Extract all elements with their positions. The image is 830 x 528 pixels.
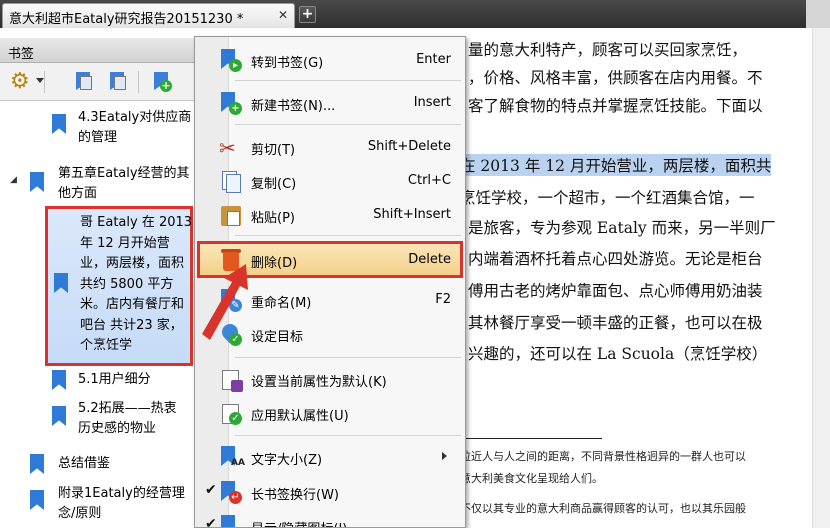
- document-tab-title: 意大利超市Eataly研究报告20151230 *: [9, 12, 244, 27]
- bookmark-item-label: 吧台 共计23 家，: [80, 317, 183, 333]
- bookmark-item-label: 历史感的物业: [78, 421, 157, 436]
- document-text-line: 傅用古老的烤炉靠面包、点心师傅用奶油装: [468, 282, 763, 300]
- document-text-line: ，价格、风格丰富，供顾客在店内用餐。不: [468, 69, 763, 87]
- menu-item-apply-default-properties[interactable]: ✓ 应用默认属性(U): [197, 398, 463, 428]
- footnote-line: 意大利美食文化呈现给人们。: [460, 472, 603, 485]
- menu-item-cut[interactable]: ✂ 剪切(T) Shift+Delete: [197, 132, 463, 162]
- bookmark-new-icon: +: [219, 92, 243, 116]
- bookmark-item-label: 哥 Eataly 在 2013: [80, 215, 193, 230]
- copy-icon: [219, 170, 243, 194]
- bookmark-go-icon: ▸: [219, 49, 243, 73]
- document-text-line: 是旅客，专为参观 Eataly 而来，另一半则厂: [468, 219, 776, 237]
- expand-triangle-icon[interactable]: ◢: [10, 175, 17, 185]
- gear-icon[interactable]: ⚙: [10, 71, 32, 93]
- paste-icon: [219, 204, 243, 228]
- close-tab-icon[interactable]: ✕: [278, 8, 288, 22]
- menu-divider: [235, 357, 461, 358]
- menu-item-text-size[interactable]: AA 文字大小(Z): [197, 442, 463, 472]
- bookmark-panel-title: 书签: [8, 47, 35, 62]
- document-text-line: 其林餐厅享受一顿丰盛的正餐，也可以在极: [468, 314, 763, 332]
- bookmark-icon: [54, 273, 68, 293]
- menu-divider: [235, 124, 461, 125]
- bookmark-icon: [30, 490, 44, 510]
- expand-bookmark-button[interactable]: [70, 70, 96, 94]
- bookmark-panel-header: 书签: [0, 38, 196, 63]
- footnote-line: 拉近人与人之间的距离，不同背景性格迥异的一群人也可以: [460, 450, 746, 463]
- add-bookmark-button[interactable]: +: [148, 70, 174, 94]
- chevron-right-icon: [442, 452, 447, 460]
- bookmark-item-label: 他方面: [58, 186, 98, 201]
- bookmark-item-label: 个烹饪学: [80, 338, 133, 353]
- menu-divider: [235, 80, 461, 81]
- tabbar-right-edge: [806, 0, 830, 28]
- bookmark-item-label: 年 12 月开始营: [80, 235, 170, 251]
- menu-item-paste[interactable]: 粘贴(P) Shift+Insert: [197, 200, 463, 230]
- footnote-rule: [456, 438, 602, 439]
- menu-item-copy[interactable]: 复制(C) Ctrl+C: [197, 166, 463, 196]
- menu-item-set-default-properties[interactable]: 设置当前属性为默认(K): [197, 364, 463, 394]
- bookmark-item-label: 总结借鉴: [58, 456, 111, 471]
- page-icon: [114, 76, 126, 90]
- menu-divider: [235, 235, 461, 236]
- vertical-scrollbar[interactable]: [812, 28, 830, 528]
- document-tab[interactable]: 意大利超市Eataly研究报告20151230 * ✕: [2, 3, 295, 28]
- bookmark-item-label: 第五章Eataly经营的其: [58, 166, 190, 181]
- properties-apply-icon: ✓: [219, 402, 243, 426]
- show-hide-icon: [219, 515, 243, 527]
- document-text-line: 兴趣的，还可以在 La Scuola（烹饪学校）: [468, 345, 768, 363]
- toolbar-divider: [44, 71, 45, 93]
- bookmark-item-label: 4.3Eataly对供应商: [78, 110, 192, 125]
- properties-save-icon: [219, 368, 243, 392]
- page-icon: [80, 76, 92, 90]
- bookmark-icon: [52, 370, 66, 390]
- bookmark-tree: 4.3Eataly对供应商 的管理 ◢ 第五章Eataly经营的其 他方面 哥 …: [0, 102, 197, 528]
- bookmark-icon: [30, 454, 44, 474]
- collapse-bookmark-button[interactable]: [104, 70, 130, 94]
- bookmark-wrap-icon: ↵: [219, 481, 243, 505]
- footnote-line: 不仅以其专业的意大利商品赢得顾客的认可，也以其乐园般: [460, 502, 746, 515]
- annotation-arrow-icon: [202, 264, 248, 340]
- bookmark-item-label: 的管理: [78, 130, 118, 145]
- bookmark-icon: [52, 406, 66, 426]
- check-icon: ✔: [205, 482, 217, 498]
- plus-icon: +: [160, 79, 172, 92]
- tab-bar: 意大利超市Eataly研究报告20151230 * ✕ +: [0, 0, 830, 28]
- bookmark-toolbar: ⚙ +: [0, 63, 196, 101]
- document-text-line: 量的意大利特产，顾客可以买回家烹饪，: [468, 41, 748, 59]
- menu-item-wrap-long-bookmarks[interactable]: ✔ ↵ 长书签换行(W): [197, 477, 463, 507]
- bookmark-item-label: 5.2拓展——热衷: [78, 401, 177, 416]
- document-text-line: 客了解食物的特点并掌握烹饪技能。下面以: [468, 97, 763, 115]
- menu-item-show-hide-icons[interactable]: ✔ 显示/隐藏图标(I): [197, 511, 463, 528]
- bookmark-item-label: 业，两层楼，面积: [80, 256, 185, 271]
- document-text-line-highlighted: 在 2013 年 12 月开始营业，两层楼，面积共: [460, 154, 772, 176]
- bookmark-item-label: 附录1Eataly的经营理: [58, 486, 185, 501]
- menu-item-new-bookmark[interactable]: + 新建书签(N)... Insert: [197, 88, 463, 118]
- bookmark-item-label: 共约 5800 平方: [80, 276, 174, 292]
- chevron-down-icon[interactable]: [36, 78, 44, 83]
- bookmark-item-label: 5.1用户细分: [78, 372, 151, 387]
- document-text-line: 内端着酒杯托着点心四处游览。无论是柜台: [468, 250, 763, 268]
- toolbar-divider: [138, 71, 139, 93]
- bookmark-item-label: 念/原则: [58, 506, 102, 521]
- document-text-line: 烹饪学校，一个超市，一个红酒集合馆，一: [460, 189, 755, 207]
- bookmark-item-selected[interactable]: 哥 Eataly 在 2013 年 12 月开始营 业，两层楼，面积 共约 58…: [45, 206, 193, 366]
- menu-divider: [235, 435, 461, 436]
- bookmark-icon: [30, 172, 44, 192]
- new-tab-button[interactable]: +: [299, 6, 316, 23]
- bookmark-icon: [52, 114, 66, 134]
- text-size-icon: AA: [219, 446, 245, 470]
- check-icon: ✔: [205, 516, 217, 528]
- scissors-icon: ✂: [219, 136, 236, 160]
- menu-item-goto-bookmark[interactable]: ▸ 转到书签(G) Enter: [197, 45, 463, 75]
- bookmark-panel: 书签 ⚙ + 4.3Eataly对供应商 的管理 ◢ 第五章Eataly经营的其…: [0, 38, 197, 528]
- bookmark-item-label: 米。店内有餐厅和: [80, 297, 185, 312]
